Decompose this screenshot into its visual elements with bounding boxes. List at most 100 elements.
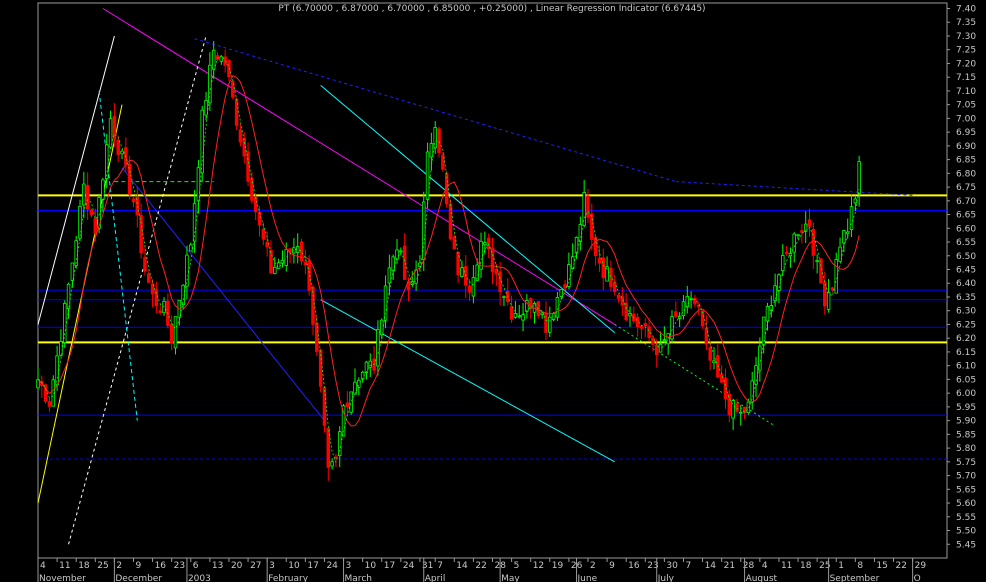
candle-body [349, 391, 353, 413]
candle-body [204, 100, 208, 116]
indicator-lines [37, 54, 860, 464]
y-tick-label: 7.05 [956, 101, 976, 111]
candle-body [830, 287, 835, 290]
y-tick-label: 7.20 [956, 59, 976, 69]
candle-body [311, 286, 315, 325]
y-tick-label: 6.95 [956, 128, 976, 138]
candle-body [189, 244, 193, 252]
trend-line [614, 324, 776, 427]
candle-body [811, 228, 816, 256]
candle-body [624, 302, 628, 321]
month-label: 2003 [188, 574, 211, 582]
candle-body [563, 284, 567, 289]
candle-body [345, 402, 350, 408]
candle-body [570, 256, 575, 269]
x-tick-label: 9 [609, 561, 615, 571]
month-label: June [577, 574, 598, 582]
x-tick-label: 6 [193, 561, 199, 571]
candle-body [295, 246, 300, 253]
candle-body [55, 355, 59, 386]
candle-body [116, 139, 120, 155]
x-tick-label: 24 [326, 561, 338, 571]
candle-body [551, 313, 556, 320]
candle-body [376, 329, 380, 367]
x-tick-label: 10 [365, 561, 377, 571]
x-tick-label: 7 [685, 561, 691, 571]
y-tick-label: 6.40 [956, 279, 976, 289]
candle-body [276, 262, 281, 269]
x-tick-label: 3 [346, 561, 352, 571]
candle-body [574, 237, 579, 254]
month-label: November [39, 574, 86, 582]
month-label: April [425, 574, 446, 582]
candle-body [460, 267, 464, 277]
candle-body [402, 245, 407, 280]
candle-body [399, 250, 403, 253]
regression-indicator-line [37, 54, 860, 464]
x-tick-label: 24 [403, 561, 415, 571]
x-tick-label: 22 [475, 561, 486, 571]
candle-body [322, 387, 327, 426]
y-tick-label: 7.35 [956, 18, 976, 28]
y-tick-label: 7.00 [956, 114, 976, 124]
candle-body [853, 198, 858, 204]
trend-line [102, 8, 615, 325]
candle-body [857, 161, 861, 194]
candle-body [105, 144, 109, 180]
candle-body [101, 179, 105, 200]
candle-body [651, 337, 655, 345]
candle-body [681, 301, 686, 317]
candle-body [269, 249, 273, 274]
month-label: May [501, 574, 520, 582]
x-tick-label: 4 [762, 561, 768, 571]
candle-body [693, 297, 697, 305]
candle-body [85, 184, 90, 210]
candle-body [819, 258, 823, 284]
candle-body [849, 206, 854, 231]
candle-body [273, 266, 277, 274]
candle-body [330, 461, 334, 467]
candle-body [800, 230, 804, 233]
candle-body [601, 257, 605, 279]
x-tick-label: 20 [231, 561, 243, 571]
candle-body [89, 209, 94, 215]
y-tick-label: 6.45 [956, 266, 976, 276]
month-label: O [914, 574, 921, 582]
y-tick-label: 7.10 [956, 87, 976, 97]
y-tick-label: 6.50 [956, 252, 976, 262]
candle-body [548, 316, 552, 333]
x-tick-label: 1 [838, 561, 844, 571]
candle-body [754, 365, 758, 385]
candle-body [662, 339, 667, 342]
candle-body [815, 260, 819, 263]
candle-body [708, 347, 712, 361]
candle-body [513, 313, 518, 318]
candle-body [395, 249, 399, 260]
x-tick-label: 17 [384, 561, 395, 571]
y-tick-label: 6.90 [956, 142, 976, 152]
candle-body [842, 230, 846, 244]
candle-body [807, 219, 812, 227]
x-tick-label: 3 [269, 561, 275, 571]
candle-body [704, 327, 709, 345]
y-tick-label: 6.85 [956, 156, 976, 166]
candle-body [658, 343, 663, 353]
month-label: February [268, 574, 309, 582]
price-chart: PT (6.70000 , 6.87000 , 6.70000 , 6.8500… [36, 2, 976, 582]
candle-body [131, 198, 136, 203]
x-tick-label: 22 [896, 561, 907, 571]
x-tick-label: 5 [514, 561, 520, 571]
candle-body [219, 56, 224, 62]
candle-body [502, 296, 506, 299]
candle-body [758, 345, 762, 371]
candle-body [120, 150, 124, 155]
y-tick-label: 5.95 [956, 403, 976, 413]
month-label: September [830, 574, 880, 582]
candle-body [154, 289, 159, 307]
y-tick-label: 7.30 [956, 32, 976, 42]
moving-average-line [37, 75, 860, 427]
y-tick-label: 6.80 [956, 169, 976, 179]
candle-body [353, 381, 357, 395]
candle-body [467, 285, 472, 293]
y-tick-label: 6.65 [956, 211, 976, 221]
